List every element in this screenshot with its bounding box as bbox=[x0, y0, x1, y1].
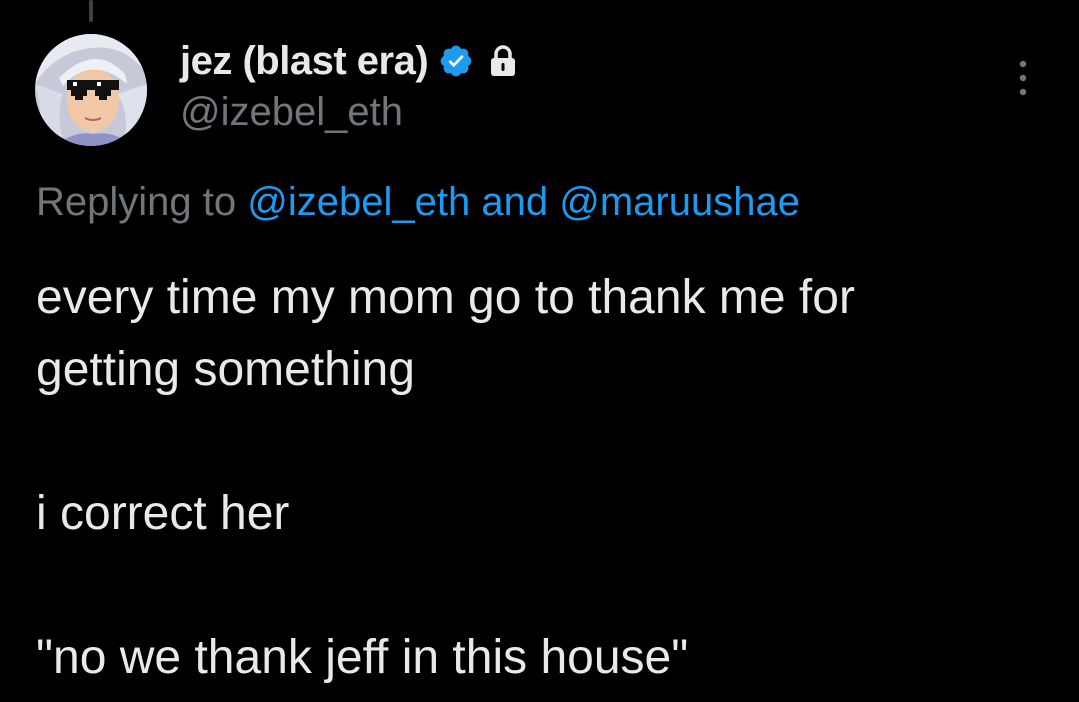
tweet-text-line: "no we thank jeff in this house" bbox=[36, 631, 689, 684]
avatar[interactable] bbox=[35, 34, 147, 146]
reply-joiner: and bbox=[481, 180, 549, 224]
tweet-text-line: every time my mom go to thank me for bbox=[36, 271, 855, 324]
display-name-row: jez (blast era) bbox=[180, 36, 518, 86]
replying-to-label: Replying to bbox=[36, 180, 237, 224]
replying-to-line: Replying to @izebel_eth and @maruushae bbox=[36, 180, 800, 225]
reply-mention-link[interactable]: @maruushae bbox=[559, 180, 800, 224]
thread-connector-line bbox=[89, 0, 93, 22]
reply-mention-link[interactable]: @izebel_eth bbox=[247, 180, 470, 224]
tweet-text-line: i correct her bbox=[36, 487, 290, 540]
tweet-text-line: getting something bbox=[36, 343, 415, 396]
tweet-body: every time my mom go to thank me for get… bbox=[36, 262, 1046, 694]
more-options-icon[interactable] bbox=[1015, 58, 1031, 98]
lock-icon bbox=[488, 44, 518, 78]
display-name[interactable]: jez (blast era) bbox=[180, 39, 429, 84]
user-handle[interactable]: @izebel_eth bbox=[180, 90, 403, 135]
verified-badge-icon[interactable] bbox=[438, 43, 474, 79]
avatar-image bbox=[35, 34, 147, 146]
